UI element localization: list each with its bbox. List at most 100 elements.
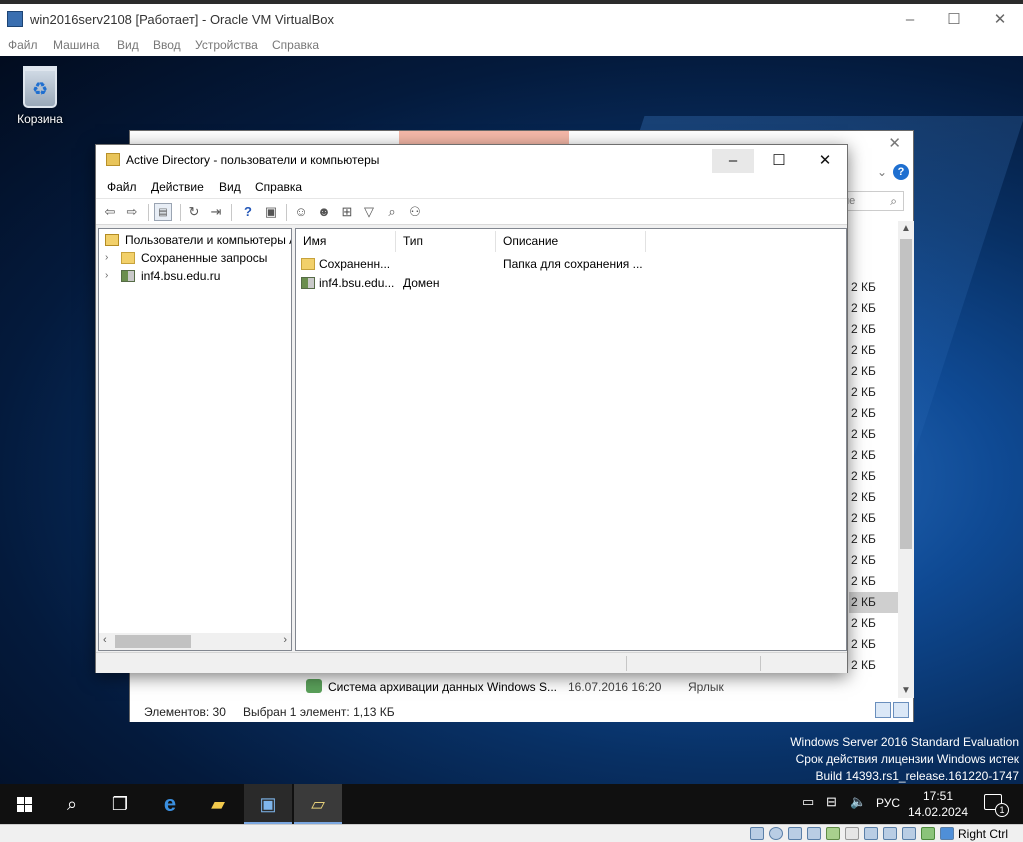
- host-key-label: Right Ctrl: [958, 827, 1009, 841]
- ad-menu-view[interactable]: Вид: [219, 180, 241, 194]
- item-count: Элементов: 30: [144, 705, 226, 719]
- ad-close-button[interactable]: ✕: [804, 149, 846, 173]
- language-indicator[interactable]: РУС: [876, 796, 900, 810]
- menu-machine[interactable]: Машина: [53, 38, 99, 52]
- ad-minimize-button[interactable]: –: [712, 149, 754, 173]
- help-icon[interactable]: ?: [893, 164, 909, 180]
- size-cell: 2 КБ: [851, 637, 876, 651]
- show-console-tree-icon[interactable]: ▤: [154, 203, 172, 221]
- export-list-icon[interactable]: ⇥: [207, 203, 225, 221]
- ad-menu-action[interactable]: Действие: [151, 180, 204, 194]
- new-user-icon[interactable]: ☺: [292, 203, 310, 221]
- details-list-pane[interactable]: Имя Тип Описание Сохраненн... Папка для …: [295, 228, 847, 651]
- active-directory-window[interactable]: Active Directory - пользователи и компью…: [95, 144, 848, 673]
- tree-item-label: Сохраненные запросы: [141, 251, 268, 265]
- scroll-thumb[interactable]: [115, 635, 191, 648]
- size-cell: 2 КБ: [851, 616, 876, 630]
- new-ou-icon[interactable]: ⊞: [338, 203, 356, 221]
- scroll-thumb[interactable]: [900, 239, 912, 549]
- usb-icon[interactable]: [826, 827, 840, 840]
- file-name: Система архивации данных Windows S...: [328, 680, 558, 694]
- size-column: 2 КБ 2 КБ 2 КБ 2 КБ 2 КБ 2 КБ 2 КБ 2 КБ 2 КБ 2 КБ…: [849, 277, 898, 676]
- expand-chevron-icon[interactable]: ›: [105, 249, 117, 267]
- column-header-type[interactable]: Тип: [396, 231, 496, 252]
- menu-input[interactable]: Ввод: [153, 38, 181, 52]
- column-header-name[interactable]: Имя: [296, 231, 396, 252]
- action-pane-icon[interactable]: ▣: [262, 203, 280, 221]
- folder-icon: [121, 252, 135, 264]
- task-view-icon[interactable]: ❐: [96, 784, 144, 824]
- filter-icon[interactable]: ▽: [360, 203, 378, 221]
- forward-arrow-icon[interactable]: ⇨: [123, 203, 141, 221]
- shared-folders-icon[interactable]: [845, 827, 859, 840]
- size-cell: 2 КБ: [851, 658, 876, 672]
- clock[interactable]: 17:51 14.02.2024: [900, 788, 976, 820]
- file-row[interactable]: Система архивации данных Windows S... 16…: [306, 677, 846, 697]
- virtualbox-titlebar: win2016serv2108 [Работает] - Oracle VM V…: [0, 0, 1023, 35]
- volume-muted-icon[interactable]: 🔈: [850, 794, 866, 810]
- scroll-down-icon[interactable]: ▼: [901, 685, 911, 696]
- toolbar-separator: [231, 204, 232, 221]
- internet-explorer-icon[interactable]: e: [146, 784, 194, 824]
- size-cell: 2 КБ: [851, 574, 876, 588]
- expand-chevron-icon[interactable]: ›: [105, 267, 117, 285]
- network-adapter-icon[interactable]: [807, 827, 821, 840]
- size-cell: 2 КБ: [849, 592, 898, 613]
- scroll-left-icon[interactable]: ‹: [103, 634, 107, 646]
- recycle-bin-shortcut[interactable]: Корзина: [10, 64, 70, 126]
- new-group-icon[interactable]: ☻: [315, 203, 333, 221]
- windows-logo-icon: [17, 797, 32, 812]
- large-icons-view-icon[interactable]: [893, 702, 909, 718]
- maximize-button[interactable]: ☐: [942, 9, 966, 31]
- back-arrow-icon[interactable]: ⇦: [101, 203, 119, 221]
- search-taskbar-icon[interactable]: ⌕: [48, 784, 96, 824]
- menu-devices[interactable]: Устройства: [195, 38, 258, 52]
- toolbar-separator: [286, 204, 287, 221]
- row-name: Сохраненн...: [319, 257, 391, 271]
- explorer-close-icon[interactable]: ✕: [888, 134, 901, 152]
- details-view-icon[interactable]: [875, 702, 891, 718]
- ad-menu-file[interactable]: Файл: [107, 180, 137, 194]
- network-icon[interactable]: ⊟: [826, 794, 837, 810]
- tree-horizontal-scrollbar[interactable]: ‹ ›: [99, 633, 291, 650]
- video-capture-icon[interactable]: [883, 827, 897, 840]
- close-button[interactable]: ✕: [988, 9, 1012, 31]
- virtualization-icon[interactable]: [921, 827, 935, 840]
- explorer-vertical-scrollbar[interactable]: ▲ ▼: [898, 221, 914, 698]
- mouse-integration-icon[interactable]: [940, 827, 954, 840]
- minimize-button[interactable]: –: [898, 9, 922, 31]
- list-row-domain[interactable]: inf4.bsu.edu... Домен: [296, 274, 846, 293]
- ribbon-expand-chevron-icon[interactable]: ⌄: [877, 165, 887, 179]
- ad-maximize-button[interactable]: ☐: [758, 149, 800, 173]
- scroll-right-icon[interactable]: ›: [283, 634, 287, 646]
- menu-help[interactable]: Справка: [272, 38, 319, 52]
- add-to-group-icon[interactable]: ⚇: [406, 203, 424, 221]
- ad-menu-help[interactable]: Справка: [255, 180, 302, 194]
- start-button[interactable]: [0, 784, 48, 824]
- recycle-bin-icon: [23, 66, 57, 108]
- ad-users-computers-taskbar-icon[interactable]: ▱: [294, 784, 342, 824]
- tray-battery-icon[interactable]: ▭: [802, 794, 814, 810]
- hard-disk-icon[interactable]: [750, 827, 764, 840]
- explorer-statusbar: Элементов: 30 Выбран 1 элемент: 1,13 КБ: [130, 700, 913, 722]
- server-manager-icon[interactable]: ▣: [244, 784, 292, 824]
- column-header-description[interactable]: Описание: [496, 231, 646, 252]
- console-tree-pane[interactable]: Пользователи и компьютеры Active Directo…: [98, 228, 292, 651]
- help-book-icon[interactable]: ?: [239, 203, 257, 221]
- refresh-icon[interactable]: ↻: [185, 203, 203, 221]
- menu-view[interactable]: Вид: [117, 38, 139, 52]
- list-row-saved-queries[interactable]: Сохраненн... Папка для сохранения ...: [296, 255, 846, 274]
- size-cell: 2 КБ: [851, 490, 876, 504]
- ad-toolbar: ⇦ ⇨ ▤ ↻ ⇥ ? ▣ ☺ ☻ ⊞ ▽ ⌕ ⚇: [96, 198, 847, 225]
- optical-drive-icon[interactable]: [769, 827, 783, 840]
- audio-icon[interactable]: [788, 827, 802, 840]
- display-icon[interactable]: [864, 827, 878, 840]
- file-explorer-icon[interactable]: ▰: [194, 784, 242, 824]
- scroll-up-icon[interactable]: ▲: [901, 223, 911, 234]
- ad-menubar: Файл Действие Вид Справка: [96, 176, 847, 198]
- menu-file[interactable]: Файл: [8, 38, 38, 52]
- ad-titlebar: Active Directory - пользователи и компью…: [96, 145, 847, 176]
- action-center-icon[interactable]: 1: [984, 794, 1009, 817]
- find-icon[interactable]: ⌕: [383, 203, 401, 221]
- cpu-icon[interactable]: [902, 827, 916, 840]
